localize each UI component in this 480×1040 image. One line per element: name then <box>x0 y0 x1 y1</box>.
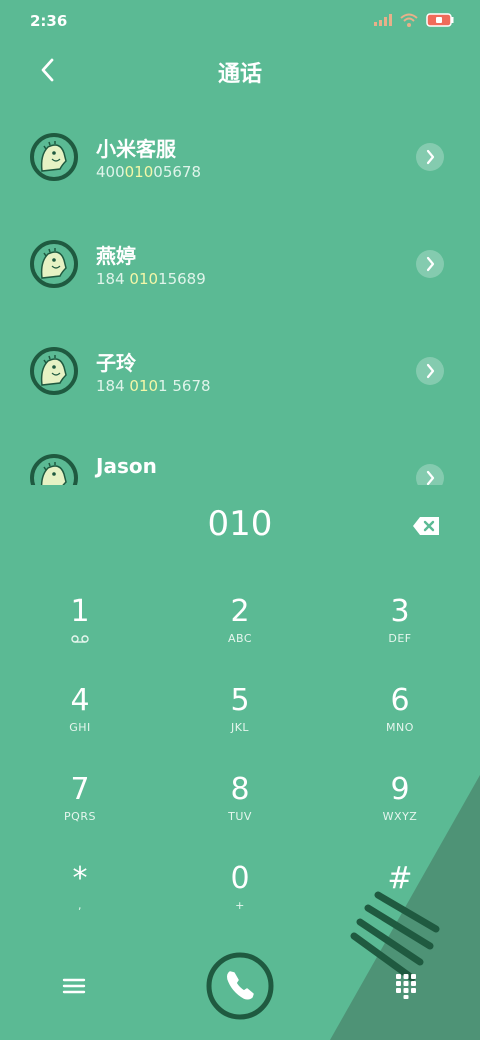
key-digit: 7 <box>70 772 90 807</box>
call-button[interactable] <box>206 952 274 1020</box>
chevron-right-icon[interactable] <box>416 250 444 278</box>
contact-list: 小米客服 40001005678 燕婷 184 01015689 子玲 184 … <box>0 105 480 485</box>
key-hash[interactable]: # <box>340 859 460 939</box>
key-letters: TUV <box>228 810 252 823</box>
chevron-right-icon[interactable] <box>416 357 444 385</box>
page-title: 通话 <box>217 62 262 87</box>
contact-name: 燕婷 <box>96 244 136 268</box>
status-bar: 2:36 <box>0 0 480 40</box>
key-letters: JKL <box>230 721 250 734</box>
key-digit: 0 <box>230 861 250 896</box>
key-4[interactable]: 4 GHI <box>20 681 140 761</box>
avatar <box>30 347 78 395</box>
bottom-action-bar <box>0 950 480 1040</box>
key-9[interactable]: 9 WXYZ <box>340 770 460 850</box>
key-1[interactable]: 1 <box>20 592 140 672</box>
key-letters: WXYZ <box>382 810 418 823</box>
key-digit: 5 <box>230 683 250 718</box>
key-digit: * <box>72 861 88 896</box>
dial-input-row: 010 <box>0 500 480 556</box>
key-0[interactable]: 0 + <box>180 859 300 939</box>
signal-icon <box>374 14 392 26</box>
menu-icon[interactable] <box>60 972 88 1000</box>
wifi-icon <box>400 13 418 27</box>
voicemail-icon <box>71 635 89 643</box>
key-digit: 9 <box>390 772 410 807</box>
key-7[interactable]: 7 PQRS <box>20 770 140 850</box>
key-letters: , <box>78 899 82 912</box>
key-letters: PQRS <box>64 810 96 823</box>
key-digit: # <box>387 861 413 896</box>
key-8[interactable]: 8 TUV <box>180 770 300 850</box>
contact-item[interactable]: 小米客服 40001005678 <box>0 105 480 212</box>
key-digit: 8 <box>230 772 250 807</box>
contact-name: Jason <box>96 454 157 478</box>
key-5[interactable]: 5 JKL <box>180 681 300 761</box>
avatar <box>30 454 78 485</box>
dialpad-icon[interactable] <box>392 972 420 1000</box>
battery-icon <box>426 13 454 27</box>
contact-name: 小米客服 <box>96 137 176 161</box>
key-letters: DEF <box>388 632 412 645</box>
key-3[interactable]: 3 DEF <box>340 592 460 672</box>
dialed-number[interactable]: 010 <box>0 504 480 544</box>
key-digit: 2 <box>230 594 250 629</box>
key-6[interactable]: 6 MNO <box>340 681 460 761</box>
contact-item[interactable]: 子玲 184 0101 5678 <box>0 319 480 426</box>
status-time: 2:36 <box>30 12 68 30</box>
key-digit: 3 <box>390 594 410 629</box>
chevron-right-icon[interactable] <box>416 143 444 171</box>
key-star[interactable]: * , <box>20 859 140 939</box>
contact-number: 184 01015689 <box>96 270 206 288</box>
key-letters: ABC <box>227 632 253 645</box>
key-digit: 6 <box>390 683 410 718</box>
key-letters: + <box>235 899 245 912</box>
key-digit: 4 <box>70 683 90 718</box>
avatar <box>30 240 78 288</box>
chevron-right-icon[interactable] <box>416 464 444 485</box>
header: 通话 <box>0 40 480 100</box>
key-letters: GHI <box>69 721 91 734</box>
contact-number: 40001005678 <box>96 163 201 181</box>
key-letters: MNO <box>386 721 414 734</box>
status-icons <box>374 12 454 28</box>
key-2[interactable]: 2 ABC <box>180 592 300 672</box>
key-digit: 1 <box>70 594 90 629</box>
avatar <box>30 133 78 181</box>
contact-name: 子玲 <box>96 351 136 375</box>
contact-number: 184 0101 5678 <box>96 377 211 395</box>
contact-item[interactable]: 燕婷 184 01015689 <box>0 212 480 319</box>
backspace-icon[interactable] <box>412 516 440 536</box>
contact-item[interactable]: Jason <box>0 426 480 485</box>
